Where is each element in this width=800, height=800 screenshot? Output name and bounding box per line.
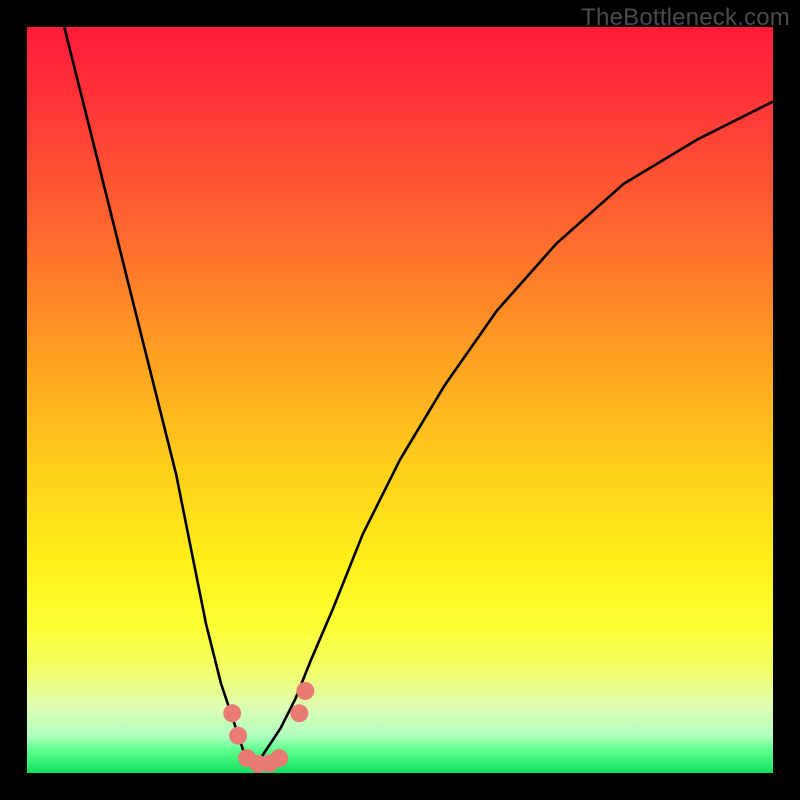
- marker-cluster-min-4: [270, 749, 288, 767]
- marker-cluster-right-upper: [296, 682, 314, 700]
- bottleneck-curve: [64, 27, 773, 762]
- plot-area: [27, 27, 773, 773]
- marker-cluster-left-upper: [223, 704, 241, 722]
- chart-svg: [27, 27, 773, 773]
- marker-cluster-right-lower: [290, 704, 308, 722]
- watermark-text: TheBottleneck.com: [581, 4, 790, 32]
- outer-frame: TheBottleneck.com: [0, 0, 800, 800]
- marker-cluster-left-lower: [229, 727, 247, 745]
